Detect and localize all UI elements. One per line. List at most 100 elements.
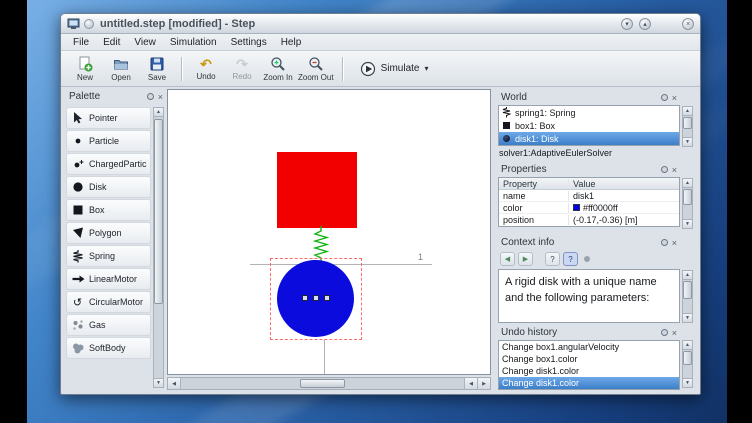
- open-button[interactable]: Open: [105, 53, 137, 85]
- undo-item[interactable]: Change disk1.color: [499, 365, 679, 377]
- scroll-thumb[interactable]: [683, 351, 692, 365]
- panel-float-icon[interactable]: [661, 166, 668, 173]
- undo-scrollbar[interactable]: ▲ ▼: [682, 340, 693, 388]
- scroll-down-icon[interactable]: ▼: [154, 378, 163, 387]
- palette-scroll-track[interactable]: [154, 117, 163, 378]
- palette-header: Palette ×: [65, 90, 167, 103]
- scroll-thumb[interactable]: [683, 117, 692, 129]
- world-item-spring1[interactable]: spring1: Spring: [499, 106, 679, 119]
- context-options-icon[interactable]: [584, 256, 590, 262]
- palette-item-charged-particle[interactable]: ChargedPartic: [66, 153, 151, 175]
- selection-handle[interactable]: [324, 295, 330, 301]
- menu-edit[interactable]: Edit: [96, 36, 127, 49]
- palette-item-gas[interactable]: Gas: [66, 314, 151, 336]
- canvas-hscroll-thumb[interactable]: [300, 379, 345, 388]
- panel-float-icon[interactable]: [661, 94, 668, 101]
- properties-scrollbar[interactable]: ▲ ▼: [682, 178, 693, 229]
- scroll-down-icon[interactable]: ▼: [683, 378, 692, 387]
- redo-button[interactable]: ↷ Redo: [226, 53, 258, 85]
- titlebar[interactable]: untitled.step [modified] - Step ▾ ▴ ×: [61, 14, 700, 34]
- panel-float-icon[interactable]: [661, 239, 668, 246]
- palette-item-spring[interactable]: Spring: [66, 245, 151, 267]
- scroll-left-icon[interactable]: ◀: [464, 378, 477, 389]
- palette-scrollbar[interactable]: ▲ ▼: [153, 107, 164, 388]
- menu-file[interactable]: File: [66, 36, 96, 49]
- y-axis-line: [324, 340, 325, 374]
- scroll-up-icon[interactable]: ▲: [683, 107, 692, 116]
- panel-float-icon[interactable]: [661, 329, 668, 336]
- scroll-up-icon[interactable]: ▲: [683, 271, 692, 280]
- panel-float-icon[interactable]: [147, 93, 154, 100]
- selection-handle[interactable]: [302, 295, 308, 301]
- panel-close-icon[interactable]: ×: [672, 329, 677, 337]
- back-button[interactable]: ◀: [500, 252, 515, 266]
- menu-help[interactable]: Help: [274, 36, 309, 49]
- palette-item-circular-motor[interactable]: ↺ CircularMotor: [66, 291, 151, 313]
- new-button[interactable]: New: [69, 53, 101, 85]
- zoom-in-icon: [270, 56, 286, 72]
- help-button[interactable]: ?: [545, 252, 560, 266]
- scroll-down-icon[interactable]: ▼: [683, 137, 692, 146]
- property-row-name[interactable]: name disk1: [499, 190, 679, 202]
- box1-shape[interactable]: [277, 152, 357, 228]
- whats-this-button[interactable]: ?: [563, 252, 578, 266]
- world-item-solver1[interactable]: solver1:AdaptiveEulerSolver: [499, 146, 680, 159]
- scroll-right-icon[interactable]: ▶: [477, 378, 490, 389]
- undo-item-selected[interactable]: Change disk1.color: [499, 377, 679, 389]
- palette-item-box[interactable]: Box: [66, 199, 151, 221]
- zoom-out-label: Zoom Out: [298, 73, 334, 82]
- palette-item-linear-motor[interactable]: LinearMotor: [66, 268, 151, 290]
- canvas-hscrollbar[interactable]: ◀ ◀ ▶: [167, 377, 491, 390]
- undo-button[interactable]: ↶ Undo: [190, 53, 222, 85]
- panel-close-icon[interactable]: ×: [672, 94, 677, 102]
- world-item-disk1[interactable]: disk1: Disk: [499, 132, 679, 145]
- scroll-thumb[interactable]: [683, 281, 692, 299]
- scroll-up-icon[interactable]: ▲: [683, 179, 692, 188]
- scroll-thumb[interactable]: [683, 189, 692, 205]
- undo-item[interactable]: Change box1.color: [499, 353, 679, 365]
- save-button[interactable]: Save: [141, 53, 173, 85]
- simulate-dropdown-icon[interactable]: ▾: [424, 64, 428, 73]
- world-canvas[interactable]: 1: [167, 89, 491, 375]
- scroll-up-icon[interactable]: ▲: [683, 341, 692, 350]
- forward-button[interactable]: ▶: [518, 252, 533, 266]
- panel-close-icon[interactable]: ×: [672, 239, 677, 247]
- undo-item[interactable]: Change box1.angularVelocity: [499, 341, 679, 353]
- close-button[interactable]: ×: [682, 18, 694, 30]
- minimize-button[interactable]: ▾: [621, 18, 633, 30]
- undo-history-panel: Undo history × Change box1.angularVeloci…: [497, 326, 681, 388]
- toolbar-separator: [342, 57, 343, 81]
- scroll-down-icon[interactable]: ▼: [683, 313, 692, 322]
- maximize-button[interactable]: ▴: [639, 18, 651, 30]
- panel-close-icon[interactable]: ×: [158, 93, 163, 101]
- zoom-out-button[interactable]: Zoom Out: [298, 53, 334, 85]
- palette-item-soft-body[interactable]: SoftBody: [66, 337, 151, 359]
- palette-item-disk[interactable]: Disk: [66, 176, 151, 198]
- particle-icon: [70, 134, 85, 148]
- palette-scroll-thumb[interactable]: [154, 119, 163, 304]
- menu-simulation[interactable]: Simulation: [163, 36, 224, 49]
- scroll-down-icon[interactable]: ▼: [683, 219, 692, 228]
- window-title: untitled.step [modified] - Step: [100, 18, 255, 30]
- properties-column-header[interactable]: Property Value: [499, 178, 679, 190]
- zoom-in-button[interactable]: Zoom In: [262, 53, 294, 85]
- palette-item-polygon[interactable]: Polygon: [66, 222, 151, 244]
- property-row-color[interactable]: color #ff0000ff: [499, 202, 679, 214]
- palette-item-particle[interactable]: Particle: [66, 130, 151, 152]
- window-menu-icon[interactable]: [84, 19, 94, 29]
- undo-history-list: Change box1.angularVelocity Change box1.…: [498, 340, 680, 390]
- panel-close-icon[interactable]: ×: [672, 166, 677, 174]
- scroll-left-icon[interactable]: ◀: [168, 378, 181, 389]
- play-icon: [360, 61, 376, 77]
- menu-view[interactable]: View: [127, 36, 163, 49]
- scroll-up-icon[interactable]: ▲: [154, 108, 163, 117]
- world-item-box1[interactable]: box1: Box: [499, 119, 679, 132]
- menu-settings[interactable]: Settings: [224, 36, 274, 49]
- property-row-position[interactable]: position (-0.17,-0.36) [m]: [499, 214, 679, 226]
- selection-handle[interactable]: [313, 295, 319, 301]
- palette-item-pointer[interactable]: Pointer: [66, 107, 151, 129]
- world-scrollbar[interactable]: ▲ ▼: [682, 106, 693, 147]
- context-scrollbar[interactable]: ▲ ▼: [682, 270, 693, 323]
- simulate-button[interactable]: Simulate ▾: [351, 56, 438, 82]
- world-title: World: [501, 92, 527, 103]
